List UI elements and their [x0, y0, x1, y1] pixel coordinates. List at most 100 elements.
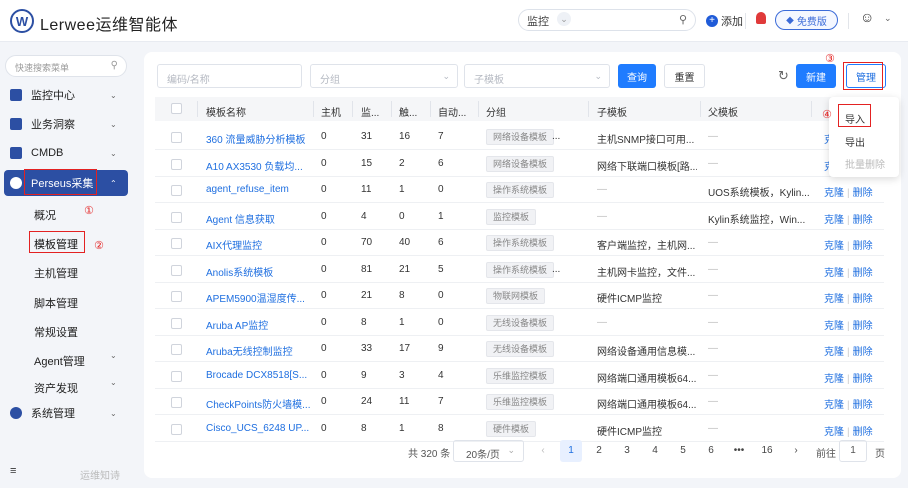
clone-link[interactable]: 克隆 [824, 321, 844, 332]
column-header-group[interactable]: 分组 [486, 104, 506, 119]
row-checkbox[interactable] [171, 423, 182, 435]
table-row[interactable]: Agent 信息获取 0 4 0 1 监控模板 — Kylin系统监控，Win... 克隆 | 删除 [155, 204, 884, 230]
table-row[interactable]: Brocade DCX8518[S... 0 9 3 4 乐维监控模板 网络端口通用模板64… [155, 363, 884, 389]
delete-link[interactable]: 删除 [853, 188, 873, 199]
sidebar-subitem-hosts[interactable]: 主机管理 [34, 265, 78, 281]
column-header-monitor[interactable]: 监... [361, 104, 379, 119]
collapse-menu-icon[interactable]: ≡ [10, 465, 16, 477]
delete-link[interactable]: 删除 [853, 321, 873, 332]
delete-link[interactable]: 删除 [853, 347, 873, 358]
clone-link[interactable]: 克隆 [824, 400, 844, 411]
page-number[interactable]: 1 [560, 440, 582, 462]
row-checkbox[interactable] [171, 370, 182, 382]
menu-search-input[interactable]: 快速搜索菜单 ⚲ [5, 55, 127, 77]
delete-link[interactable]: 删除 [853, 400, 873, 411]
next-page-icon[interactable]: › [785, 440, 807, 462]
chevron-down-icon[interactable]: ⌄ [110, 351, 117, 360]
table-row[interactable]: Aruba AP监控 0 8 1 0 无线设备模板 — — 克隆 | 删除 [155, 310, 884, 336]
column-header-auto[interactable]: 自动... [438, 104, 466, 119]
template-name-link[interactable]: 360 流量威胁分析模板 [206, 131, 305, 146]
table-row[interactable]: APEM5900温湿度传... 0 21 8 0 物联网模板 硬件ICMP监控 — 克隆 | 删除 [155, 283, 884, 309]
search-icon[interactable]: ⚲ [679, 13, 687, 26]
table-row[interactable]: AIX代理监控 0 70 40 6 操作系统模板 客户端监控，主机网... — 克隆 | 删除 [155, 230, 884, 256]
template-name-link[interactable]: agent_refuse_item [206, 184, 289, 195]
page-number[interactable]: ••• [728, 440, 750, 462]
sidebar-subitem-overview[interactable]: 概况 [34, 207, 56, 223]
delete-link[interactable]: 删除 [853, 268, 873, 279]
export-menu-item[interactable]: 导出 [845, 134, 865, 149]
table-row[interactable]: Aruba无线控制监控 0 33 17 9 无线设备模板 网络设备通用信息模... — 克隆 | 删… [155, 336, 884, 362]
add-button[interactable]: + 添加 [706, 13, 743, 29]
table-row[interactable]: CheckPoints防火墙模... 0 24 11 7 乐维监控模板 网络端口通用模板64… [155, 389, 884, 415]
clone-link[interactable]: 克隆 [824, 347, 844, 358]
subtemplate-filter-select[interactable]: 子模板 ⌄ [464, 64, 610, 88]
name-filter-input[interactable]: 编码/名称 [157, 64, 302, 88]
row-checkbox[interactable] [171, 211, 182, 223]
page-number[interactable]: 2 [588, 440, 610, 462]
page-number[interactable]: 3 [616, 440, 638, 462]
sidebar-subitem-agent[interactable]: Agent管理 [34, 353, 85, 369]
user-icon[interactable]: ☺ [860, 9, 874, 25]
template-name-link[interactable]: Agent 信息获取 [206, 211, 275, 226]
new-button[interactable]: 新建 [796, 64, 836, 88]
sidebar-item-business[interactable]: 业务洞察 ⌄ [0, 111, 136, 137]
template-name-link[interactable]: Brocade DCX8518[S... [206, 370, 307, 381]
template-name-link[interactable]: APEM5900温湿度传... [206, 290, 305, 305]
clone-link[interactable]: 克隆 [824, 294, 844, 305]
clone-link[interactable]: 克隆 [824, 188, 844, 199]
chevron-down-icon[interactable]: ⌄ [884, 13, 892, 24]
sidebar-subitem-settings[interactable]: 常规设置 [34, 324, 78, 340]
clone-link[interactable]: 克隆 [824, 374, 844, 385]
table-row[interactable]: A10 AX3530 负载均... 0 15 2 6 网络设备模板 网络下联端口模板[路..… [155, 151, 884, 177]
clone-link[interactable]: 克隆 [824, 215, 844, 226]
clone-link[interactable]: 克隆 [824, 268, 844, 279]
delete-link[interactable]: 删除 [853, 241, 873, 252]
template-name-link[interactable]: Cisco_UCS_6248 UP... [206, 423, 309, 434]
delete-link[interactable]: 删除 [853, 294, 873, 305]
free-edition-badge[interactable]: ◆ 免费版 [775, 10, 838, 30]
row-checkbox[interactable] [171, 317, 182, 329]
row-checkbox[interactable] [171, 158, 182, 170]
page-number[interactable]: 4 [644, 440, 666, 462]
search-scope-select[interactable]: 监控 [527, 13, 549, 29]
clone-link[interactable]: 克隆 [824, 241, 844, 252]
table-row[interactable]: 360 流量威胁分析模板 0 31 16 7 网络设备模板... 主机SNMP接口可用...… [155, 124, 884, 150]
select-all-checkbox[interactable] [171, 103, 182, 114]
row-checkbox[interactable] [171, 264, 182, 276]
query-button[interactable]: 查询 [618, 64, 656, 88]
template-name-link[interactable]: AIX代理监控 [206, 237, 262, 252]
refresh-icon[interactable]: ↻ [778, 68, 789, 84]
column-header-subtemplate[interactable]: 子模板 [597, 104, 627, 119]
column-header-trigger[interactable]: 触... [399, 104, 417, 119]
table-row[interactable]: Cisco_UCS_6248 UP... 0 8 1 8 硬件模板 硬件ICMP监控 — 克隆 |… [155, 416, 884, 442]
clone-link[interactable]: 克隆 [824, 427, 844, 438]
template-name-link[interactable]: Aruba无线控制监控 [206, 343, 293, 358]
page-number[interactable]: 16 [756, 440, 778, 462]
row-checkbox[interactable] [171, 132, 182, 143]
sidebar-item-system[interactable]: 系统管理 ⌄ [0, 400, 136, 426]
reset-button[interactable]: 重置 [664, 64, 705, 88]
batch-delete-menu-item[interactable]: 批量删除 [845, 156, 885, 171]
row-checkbox[interactable] [171, 397, 182, 408]
template-name-link[interactable]: A10 AX3530 负载均... [206, 158, 303, 173]
delete-link[interactable]: 删除 [853, 427, 873, 438]
row-checkbox[interactable] [171, 238, 182, 249]
lerwee-logo[interactable]: W [10, 9, 34, 33]
chevron-down-icon[interactable]: ⌄ [110, 378, 117, 387]
sidebar-subitem-scripts[interactable]: 脚本管理 [34, 295, 78, 311]
table-row[interactable]: Anolis系统模板 0 81 21 5 操作系统模板... 主机网卡监控，文件... — 克隆… [155, 257, 884, 283]
goto-page-input[interactable]: 1 [839, 440, 867, 462]
group-filter-select[interactable]: 分组 ⌄ [310, 64, 458, 88]
chevron-down-icon[interactable]: ⌄ [557, 12, 571, 26]
template-name-link[interactable]: Aruba AP监控 [206, 317, 268, 332]
page-number[interactable]: 5 [672, 440, 694, 462]
prev-page-icon[interactable]: ‹ [532, 440, 554, 462]
row-checkbox[interactable] [171, 185, 182, 196]
column-header-host[interactable]: 主机 [321, 104, 341, 119]
delete-link[interactable]: 删除 [853, 374, 873, 385]
sidebar-item-monitor[interactable]: 监控中心 ⌄ [0, 82, 136, 108]
page-number[interactable]: 6 [700, 440, 722, 462]
column-header-name[interactable]: 模板名称 [206, 104, 246, 119]
template-name-link[interactable]: Anolis系统模板 [206, 264, 273, 279]
delete-link[interactable]: 删除 [853, 215, 873, 226]
